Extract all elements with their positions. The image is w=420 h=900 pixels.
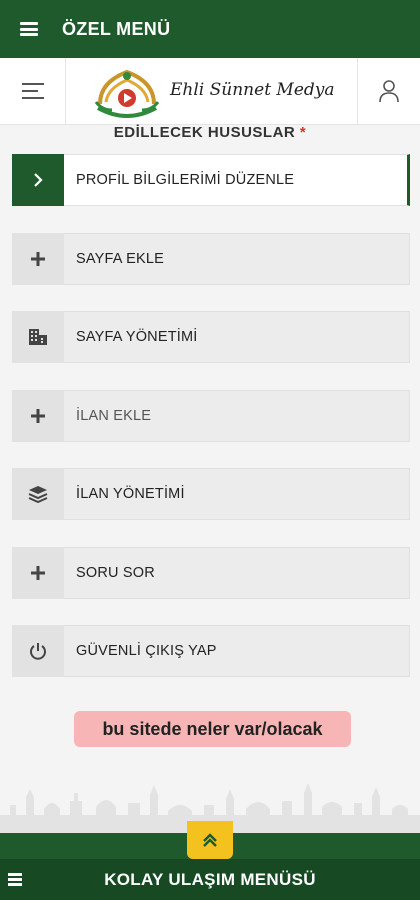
menu-item-edit-profile[interactable]: PROFİL BİLGİLERİMİ DÜZENLE [12, 154, 410, 206]
top-bar: ÖZEL MENÜ [0, 0, 420, 58]
user-menu-list: PROFİL BİLGİLERİMİ DÜZENLE SAYFA EKLE SA… [12, 154, 410, 704]
page-title: ÖZEL MENÜ [62, 18, 171, 39]
chevron-right-icon [12, 154, 64, 206]
menu-item-label: İLAN EKLE [76, 407, 152, 424]
user-icon[interactable] [357, 58, 420, 124]
menu-item-label: SAYFA YÖNETİMİ [76, 329, 198, 345]
building-icon [12, 311, 64, 363]
menu-item-add-listing[interactable]: İLAN EKLE [12, 389, 410, 442]
menu-item-add-page[interactable]: SAYFA EKLE [12, 232, 410, 285]
nav-menu-icon[interactable] [0, 58, 66, 124]
site-header: Ehli Sünnet Medya [0, 58, 420, 125]
section-heading: EDİLLECEK HUSUSLAR * [0, 124, 420, 138]
menu-item-label: SORU SOR [76, 564, 155, 581]
brand-name: Ehli Sünnet Medya [170, 80, 335, 100]
menu-item-label: SAYFA EKLE [76, 250, 164, 267]
plus-icon [12, 546, 64, 599]
double-chevron-up-icon[interactable] [187, 821, 233, 859]
menu-item-ask-question[interactable]: SORU SOR [12, 546, 410, 599]
plus-icon [12, 232, 64, 285]
menu-item-page-management[interactable]: SAYFA YÖNETİMİ [12, 311, 410, 363]
menu-item-label: İLAN YÖNETİMİ [76, 486, 185, 502]
menu-item-label: PROFİL BİLGİLERİMİ DÜZENLE [76, 172, 295, 188]
menu-item-listing-management[interactable]: İLAN YÖNETİMİ [12, 468, 410, 520]
menu-icon[interactable] [20, 22, 38, 36]
quick-access-footer: KOLAY ULAŞIM MENÜSÜ [0, 821, 420, 900]
layers-icon [12, 468, 64, 520]
power-icon [12, 625, 64, 677]
quick-access-menu-button[interactable]: KOLAY ULAŞIM MENÜSÜ [0, 859, 420, 900]
required-star: * [299, 124, 307, 138]
section-heading-text: EDİLLECEK HUSUSLAR [113, 124, 296, 138]
site-info-link[interactable]: bu sitede neler var/olacak [74, 711, 351, 747]
plus-icon [12, 389, 64, 442]
logo-emblem-icon [94, 69, 160, 118]
menu-item-label: GÜVENLİ ÇIKIŞ YAP [76, 643, 217, 659]
site-logo[interactable]: Ehli Sünnet Medya [92, 64, 335, 120]
menu-item-logout[interactable]: GÜVENLİ ÇIKIŞ YAP [12, 625, 410, 677]
